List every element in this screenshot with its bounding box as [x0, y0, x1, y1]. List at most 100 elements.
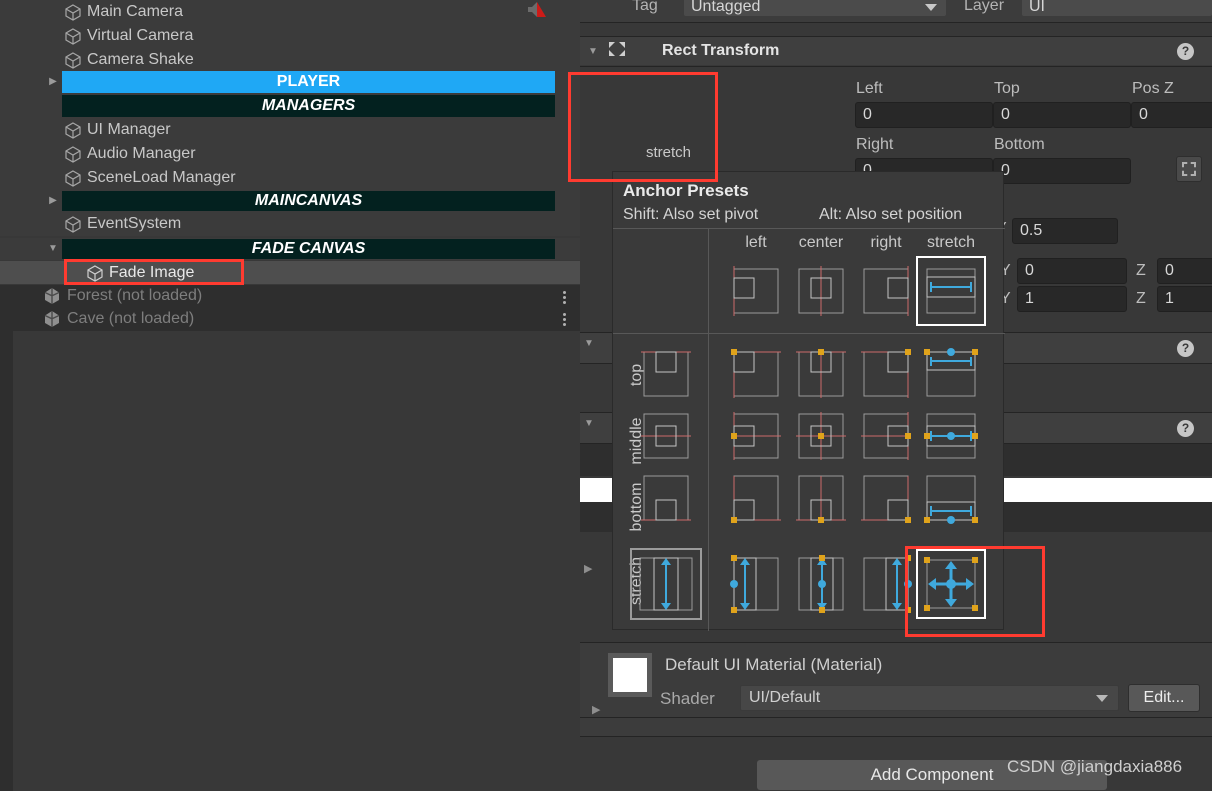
- hierarchy-item-audio-manager[interactable]: Audio Manager: [0, 142, 580, 166]
- chevron-down-icon[interactable]: ▼: [46, 238, 60, 260]
- anchor-preset-rowpreview-top[interactable]: [636, 342, 696, 402]
- anchor-preset-stretch-left[interactable]: [726, 554, 786, 614]
- anchor-preset-rowpreview-middle[interactable]: [636, 408, 696, 468]
- cube-icon: [64, 121, 82, 139]
- cube-icon: [86, 264, 104, 282]
- pivot-x-field[interactable]: 0.5: [1012, 218, 1118, 244]
- anchor-preset-top-center[interactable]: [791, 342, 851, 402]
- anchor-preset-top-stretch[interactable]: [921, 342, 981, 402]
- edit-shader-button[interactable]: Edit...: [1128, 684, 1200, 712]
- hierarchy-item-label: Main Camera: [87, 3, 184, 20]
- anchor-preset-stretch-center[interactable]: [791, 554, 851, 614]
- anchor-preset-stretch-stretch[interactable]: [916, 549, 986, 619]
- top-field[interactable]: 0: [993, 102, 1131, 128]
- chevron-down-icon[interactable]: ▼: [584, 418, 594, 429]
- hierarchy-item-label: Camera Shake: [87, 51, 194, 68]
- rotation-z-axis-label: Z: [1136, 262, 1146, 279]
- hierarchy-empty-area: [13, 331, 580, 791]
- layer-label: Layer: [964, 0, 1005, 14]
- anchor-preset-bottom-left[interactable]: [726, 474, 786, 534]
- hierarchy-scene-label: Cave (not loaded): [67, 310, 195, 327]
- anchor-preset-middle-right[interactable]: [856, 408, 916, 468]
- hierarchy-item-managers[interactable]: MANAGERS: [0, 94, 580, 118]
- right-field-label: Right: [856, 136, 894, 153]
- anchor-preset-top-right[interactable]: [856, 342, 916, 402]
- hierarchy-item-player[interactable]: ▶ PLAYER: [0, 70, 580, 94]
- hierarchy-item-fade-canvas[interactable]: ▼ FADE CANVAS: [0, 238, 580, 260]
- anchor-preset-stretch-right[interactable]: [856, 554, 916, 614]
- hierarchy-item-label: Fade Image: [109, 263, 195, 281]
- hierarchy-panel: Main Camera Virtual Camera Camera Shake …: [0, 0, 580, 791]
- anchor-presets-title: Anchor Presets: [623, 181, 749, 200]
- layer-dropdown[interactable]: UI: [1022, 0, 1212, 16]
- shader-dropdown[interactable]: UI/Default: [740, 685, 1119, 711]
- hierarchy-scene-forest[interactable]: Forest (not loaded): [0, 285, 580, 307]
- anchor-preset-header-left[interactable]: [726, 261, 786, 321]
- chevron-down-icon: [1096, 695, 1108, 702]
- scene-options-menu-icon[interactable]: [563, 285, 566, 309]
- hierarchy-banner-label: FADE CANVAS: [62, 239, 555, 259]
- hierarchy-scene-cave[interactable]: Cave (not loaded): [0, 307, 580, 331]
- anchor-preset-middle-center[interactable]: [791, 408, 851, 468]
- rotation-z-field[interactable]: 0: [1157, 258, 1212, 284]
- scale-z-field[interactable]: 1: [1157, 286, 1212, 312]
- pos-z-field-label: Pos Z: [1132, 80, 1174, 97]
- chevron-right-icon[interactable]: ▶: [584, 562, 592, 575]
- anchor-preset-bottom-stretch[interactable]: [921, 474, 981, 534]
- help-icon[interactable]: ?: [1177, 43, 1194, 60]
- hierarchy-item-fade-image[interactable]: Fade Image: [0, 261, 580, 284]
- watermark-text: CSDN @jiangdaxia886: [1007, 757, 1183, 776]
- blueprint-mode-button[interactable]: [1176, 156, 1202, 182]
- anchor-preset-middle-left[interactable]: [726, 408, 786, 468]
- hierarchy-empty-gutter: [0, 331, 13, 791]
- hierarchy-banner-label: PLAYER: [62, 71, 555, 93]
- rect-transform-header[interactable]: ▼ Rect Transform ?: [580, 37, 1212, 65]
- pos-z-field[interactable]: 0: [1131, 102, 1212, 128]
- tag-dropdown[interactable]: Untagged: [684, 0, 946, 16]
- left-field[interactable]: 0: [855, 102, 993, 128]
- cube-icon: [64, 215, 82, 233]
- anchor-preset-top-left[interactable]: [726, 342, 786, 402]
- inspector-panel: Tag Untagged Layer UI ▼ Rect Transform ?: [568, 0, 1212, 791]
- material-block: Default UI Material (Material) Shader UI…: [580, 643, 1212, 717]
- hierarchy-item-label: EventSystem: [87, 215, 182, 232]
- rotation-y-field[interactable]: 0: [1017, 258, 1127, 284]
- tag-layer-row: Tag Untagged Layer UI: [580, 0, 1212, 22]
- scale-y-field[interactable]: 1: [1017, 286, 1127, 312]
- hierarchy-item-eventsystem[interactable]: EventSystem: [0, 212, 580, 236]
- hierarchy-item-sceneload-manager[interactable]: SceneLoad Manager: [0, 166, 580, 190]
- anchor-preset-rowpreview-stretch[interactable]: [630, 548, 702, 620]
- hierarchy-item-virtual-camera[interactable]: Virtual Camera: [0, 24, 580, 48]
- anchor-preset-rowpreview-bottom[interactable]: [636, 474, 696, 534]
- anchor-preset-bottom-center[interactable]: [791, 474, 851, 534]
- scale-z-axis-label: Z: [1136, 290, 1146, 307]
- anchor-col-header-left: left: [745, 234, 767, 251]
- bottom-field[interactable]: 0: [993, 158, 1131, 184]
- hierarchy-item-maincanvas[interactable]: ▶ MAINCANVAS: [0, 190, 580, 212]
- anchor-presets-popup[interactable]: Anchor Presets Shift: Also set pivot Alt…: [612, 171, 1005, 631]
- hierarchy-item-label: Audio Manager: [87, 145, 196, 162]
- unity-scene-icon: [42, 286, 62, 306]
- hierarchy-item-camera-shake[interactable]: Camera Shake: [0, 48, 580, 72]
- anchor-preset-bottom-right[interactable]: [856, 474, 916, 534]
- hierarchy-item-ui-manager[interactable]: UI Manager: [0, 118, 580, 142]
- chevron-right-icon[interactable]: ▶: [46, 70, 60, 94]
- help-icon[interactable]: ?: [1177, 420, 1194, 437]
- chevron-right-icon[interactable]: ▶: [46, 190, 60, 212]
- anchor-col-header-center: center: [798, 234, 844, 251]
- chevron-down-icon[interactable]: ▼: [580, 46, 606, 57]
- anchor-preset-middle-stretch[interactable]: [921, 408, 981, 468]
- scene-options-menu-icon[interactable]: [563, 307, 566, 331]
- hierarchy-item-main-camera[interactable]: Main Camera: [0, 0, 580, 24]
- anchor-preset-header-center[interactable]: [791, 261, 851, 321]
- help-icon[interactable]: ?: [1177, 340, 1194, 357]
- chevron-right-icon[interactable]: ▶: [592, 703, 600, 716]
- material-preview-swatch[interactable]: [608, 653, 652, 697]
- anchor-preset-header-right[interactable]: [856, 261, 916, 321]
- chevron-down-icon[interactable]: ▼: [584, 338, 594, 349]
- unity-scene-icon: [42, 309, 62, 329]
- anchor-presets-hint-shift: Shift: Also set pivot: [623, 206, 759, 223]
- hierarchy-item-label: UI Manager: [87, 121, 171, 138]
- top-field-label: Top: [994, 80, 1020, 97]
- anchor-preset-header-stretch[interactable]: [916, 256, 986, 326]
